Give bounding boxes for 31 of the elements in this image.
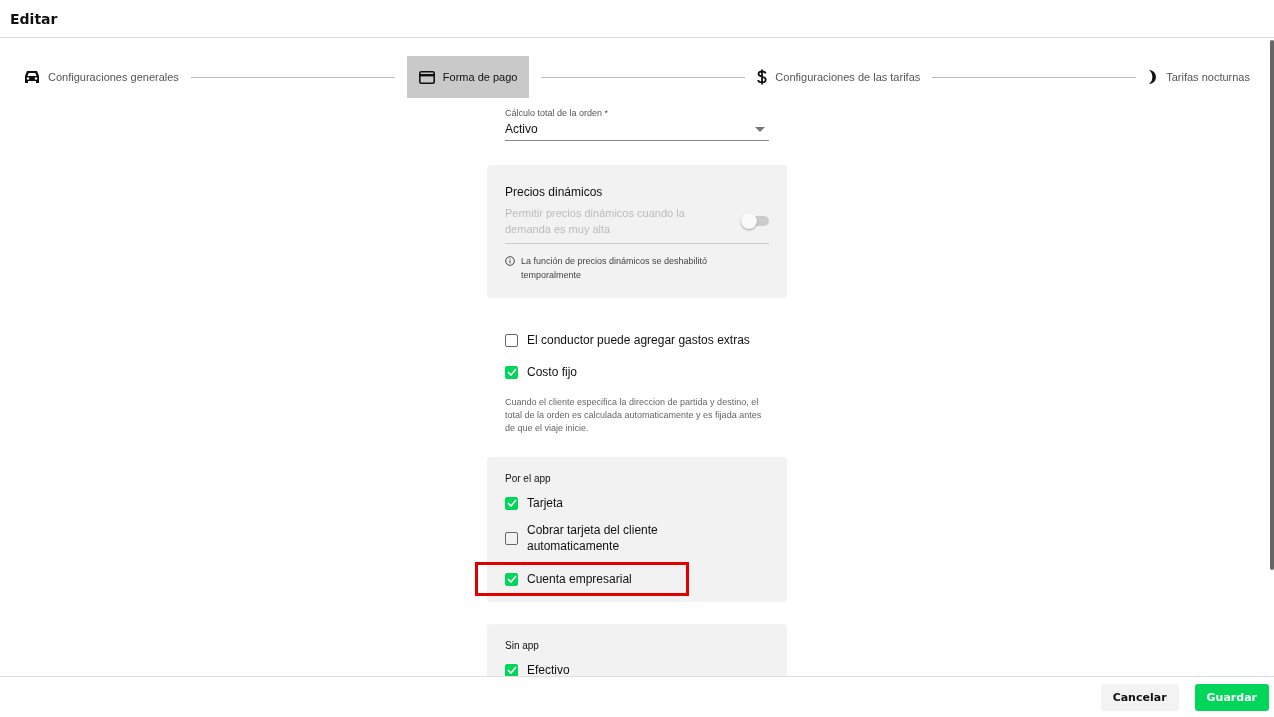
card-title: Precios dinámicos [505, 185, 604, 199]
step-tab[interactable]: Configuraciones generales [24, 56, 179, 98]
checkbox[interactable] [505, 333, 518, 347]
moon-icon [1148, 69, 1159, 85]
group-title: Sin app [505, 640, 540, 651]
credit-card-icon [418, 70, 435, 84]
step-tab[interactable]: Forma de pago [406, 56, 530, 98]
checkbox-label: El conductor puede agregar gastos extras [527, 332, 750, 348]
checkbox-label: Efectivo [527, 662, 571, 676]
checkbox[interactable] [505, 663, 518, 676]
checkbox[interactable] [505, 496, 518, 510]
info-icon [505, 256, 515, 266]
fixed-cost-note: Cuando el cliente especifica la direccion de partida y destino, el total de la orden es calculada automaticamente y es fijada antes de que el viaje inicie. [505, 396, 763, 435]
group-title: Por el app [505, 473, 552, 484]
scrollbar[interactable] [1270, 40, 1274, 570]
checkbox-label: Cuenta empresarial [527, 571, 633, 587]
checkbox[interactable] [505, 365, 518, 379]
order-total-select[interactable]: Cálculo total de la orden * Activo [505, 108, 769, 141]
dollar-icon [757, 69, 768, 85]
car-icon [24, 70, 40, 84]
checkbox[interactable] [505, 572, 518, 586]
step-tab[interactable]: Configuraciones de las tarifas [757, 56, 921, 98]
checkbox-label: Cobrar tarjeta del cliente automaticamente [527, 522, 659, 554]
cancel-button[interactable]: Cancelar [1100, 683, 1179, 711]
dropdown-caret-icon [755, 126, 765, 132]
step-tab[interactable]: Tarifas nocturnas [1148, 56, 1250, 98]
checkbox-label: Tarjeta [527, 495, 565, 511]
info-note: La función de precios dinámicos se deshabilitó temporalmente [521, 255, 709, 282]
window-title: Editar [10, 10, 58, 27]
checkbox-label: Costo fijo [527, 364, 578, 380]
checkbox[interactable] [505, 531, 518, 545]
